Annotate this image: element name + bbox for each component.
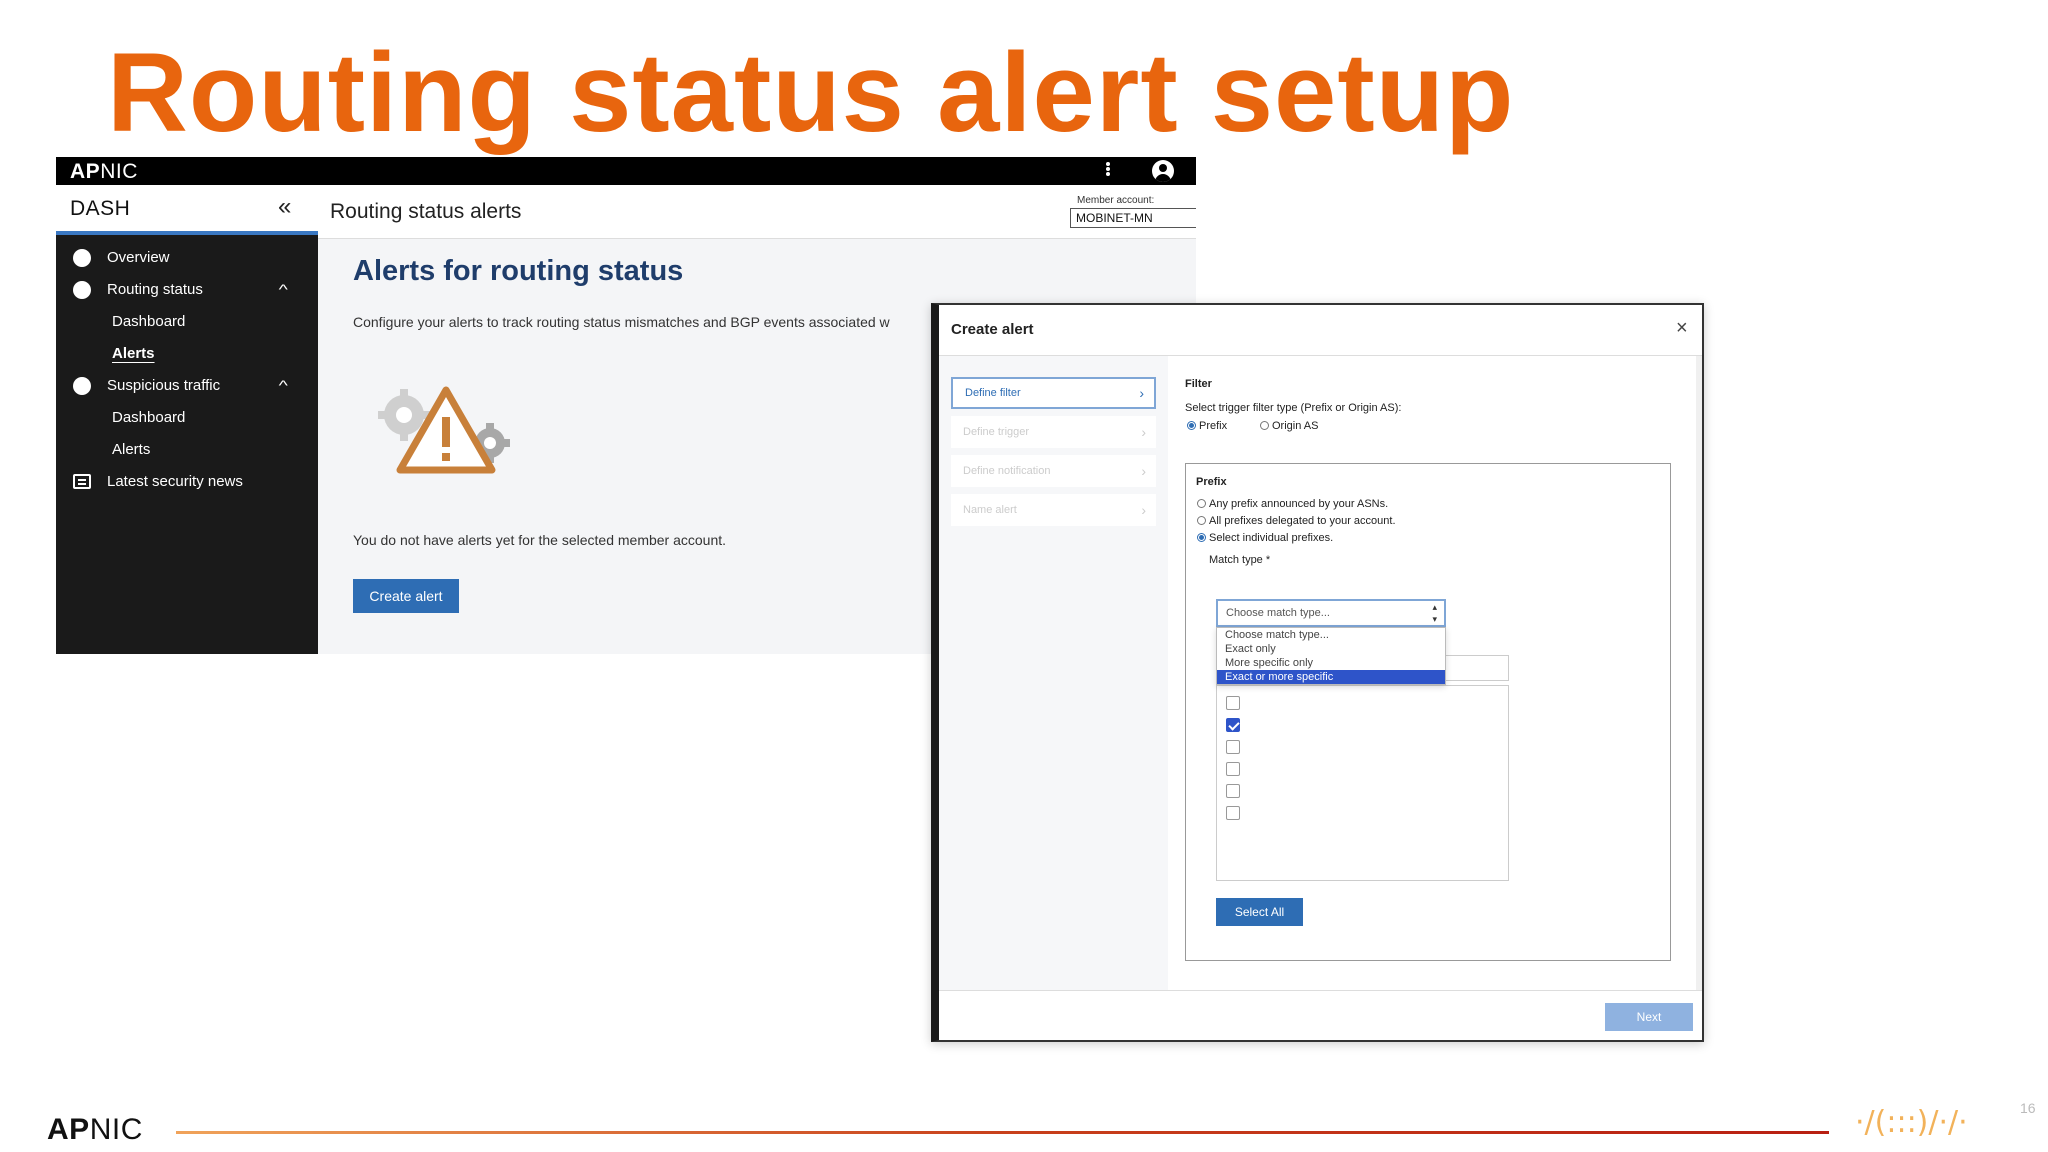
all-prefixes-label: All prefixes delegated to your account. bbox=[1209, 515, 1396, 527]
step-label: Define notification bbox=[963, 465, 1051, 477]
next-button[interactable]: Next bbox=[1605, 1003, 1693, 1031]
empty-state-message: You do not have alerts yet for the selec… bbox=[353, 532, 727, 548]
chevron-right-icon: › bbox=[1139, 385, 1144, 401]
sidebar-item-suspicious-traffic[interactable]: Suspicious traffic bbox=[107, 377, 220, 394]
origin-as-radio[interactable] bbox=[1260, 421, 1269, 430]
sidebar-title: DASH bbox=[70, 197, 131, 220]
select-all-button[interactable]: Select All bbox=[1216, 898, 1303, 926]
individual-prefixes-radio[interactable] bbox=[1197, 533, 1206, 542]
any-prefix-label: Any prefix announced by your ASNs. bbox=[1209, 498, 1389, 510]
all-prefixes-radio[interactable] bbox=[1197, 516, 1206, 525]
sidebar-item-security-news[interactable]: Latest security news bbox=[107, 473, 243, 490]
step-label: Define filter bbox=[965, 387, 1021, 399]
chevron-right-icon: › bbox=[1141, 502, 1146, 518]
content-description: Configure your alerts to track routing s… bbox=[353, 314, 890, 330]
filter-heading: Filter bbox=[1185, 378, 1212, 390]
step-name-alert[interactable]: Name alert › bbox=[951, 494, 1156, 526]
sidebar: DASH « Overview Routing status ^ Dashboa… bbox=[56, 185, 318, 654]
user-account-icon[interactable] bbox=[1152, 160, 1174, 182]
chevron-right-icon: › bbox=[1141, 463, 1146, 479]
create-alert-modal: Create alert × Define filter › Define tri… bbox=[931, 303, 1704, 1042]
match-type-option[interactable]: Exact only bbox=[1217, 642, 1445, 656]
sidebar-item-traffic-dashboard[interactable]: Dashboard bbox=[112, 409, 185, 426]
overview-icon bbox=[73, 249, 91, 267]
decorative-pattern-icon: ·/(:::)/·/· bbox=[1855, 1105, 1968, 1140]
footer-divider bbox=[176, 1131, 1829, 1134]
filter-type-prompt: Select trigger filter type (Prefix or Or… bbox=[1185, 402, 1402, 414]
prefix-checkbox[interactable] bbox=[1226, 762, 1240, 776]
sidebar-item-routing-dashboard[interactable]: Dashboard bbox=[112, 313, 185, 330]
warning-gears-icon bbox=[378, 386, 510, 474]
news-icon bbox=[73, 474, 91, 489]
prefix-checkbox[interactable] bbox=[1226, 718, 1240, 732]
top-bar: APNIC bbox=[56, 157, 1196, 185]
step-define-notification[interactable]: Define notification › bbox=[951, 455, 1156, 487]
any-prefix-radio[interactable] bbox=[1197, 499, 1206, 508]
prefix-radio-label: Prefix bbox=[1199, 420, 1228, 432]
step-define-trigger[interactable]: Define trigger › bbox=[951, 416, 1156, 448]
prefix-options-box: Prefix Any prefix announced by your ASNs… bbox=[1185, 463, 1671, 961]
content-title: Alerts for routing status bbox=[353, 255, 684, 287]
match-type-dropdown: Choose match type... Exact only More spe… bbox=[1216, 627, 1446, 685]
close-icon[interactable]: × bbox=[1676, 317, 1688, 340]
main-header: Routing status alerts Member account: MO… bbox=[318, 185, 1196, 239]
match-type-label: Match type * bbox=[1209, 554, 1271, 566]
sidebar-item-routing-alerts[interactable]: Alerts bbox=[112, 345, 155, 362]
wizard-steps: Define filter › Define trigger › Define no… bbox=[939, 356, 1168, 990]
page-number: 16 bbox=[2020, 1100, 2036, 1116]
prefix-checkbox[interactable] bbox=[1226, 806, 1240, 820]
sidebar-item-overview[interactable]: Overview bbox=[107, 249, 170, 266]
more-options-icon[interactable] bbox=[1104, 161, 1112, 181]
modal-title: Create alert bbox=[951, 321, 1034, 338]
match-type-option[interactable]: Choose match type... bbox=[1217, 628, 1445, 642]
match-type-select[interactable]: Choose match type... ▴ ▾ bbox=[1216, 599, 1446, 627]
modal-footer: Next bbox=[939, 990, 1702, 1040]
prefix-list bbox=[1216, 685, 1509, 881]
modal-header: Create alert × bbox=[939, 305, 1702, 356]
create-alert-button[interactable]: Create alert bbox=[353, 579, 459, 613]
prefix-radio[interactable] bbox=[1187, 421, 1196, 430]
footer-apnic-logo: APNIC bbox=[47, 1113, 143, 1147]
step-label: Name alert bbox=[963, 504, 1017, 516]
slide-title: Routing status alert setup bbox=[107, 30, 1515, 155]
filter-panel: Filter Select trigger filter type (Prefi… bbox=[1168, 356, 1696, 990]
match-type-option-selected[interactable]: Exact or more specific bbox=[1217, 670, 1445, 684]
origin-as-radio-label: Origin AS bbox=[1272, 420, 1319, 432]
match-type-value: Choose match type... bbox=[1226, 607, 1330, 619]
chevron-up-icon[interactable]: ^ bbox=[279, 377, 288, 393]
sidebar-item-traffic-alerts[interactable]: Alerts bbox=[112, 441, 150, 458]
member-account-select[interactable]: MOBINET-MN bbox=[1070, 208, 1196, 228]
select-arrows-icon: ▴ ▾ bbox=[1432, 602, 1437, 624]
logo-thin: NIC bbox=[100, 160, 138, 183]
step-define-filter[interactable]: Define filter › bbox=[951, 377, 1156, 409]
suspicious-traffic-icon bbox=[73, 377, 91, 395]
individual-prefixes-label: Select individual prefixes. bbox=[1209, 532, 1334, 544]
routing-status-icon bbox=[73, 281, 91, 299]
logo-bold: AP bbox=[70, 160, 101, 183]
match-type-option[interactable]: More specific only bbox=[1217, 656, 1445, 670]
prefix-checkbox[interactable] bbox=[1226, 784, 1240, 798]
logo-thin: NIC bbox=[89, 1113, 143, 1146]
apnic-logo: APNIC bbox=[70, 160, 138, 184]
step-label: Define trigger bbox=[963, 426, 1030, 438]
chevron-right-icon: › bbox=[1141, 424, 1146, 440]
chevron-up-icon[interactable]: ^ bbox=[279, 281, 288, 297]
logo-bold: AP bbox=[47, 1113, 90, 1146]
modal-scrollbar[interactable] bbox=[1696, 356, 1702, 990]
collapse-sidebar-icon[interactable]: « bbox=[278, 193, 291, 221]
prefix-checkbox[interactable] bbox=[1226, 740, 1240, 754]
member-account-value: MOBINET-MN bbox=[1076, 211, 1153, 225]
prefix-checkbox[interactable] bbox=[1226, 696, 1240, 710]
sidebar-header: DASH « bbox=[56, 185, 318, 235]
prefix-heading: Prefix bbox=[1196, 476, 1227, 488]
sidebar-item-routing-status[interactable]: Routing status bbox=[107, 281, 203, 298]
page-title: Routing status alerts bbox=[330, 200, 522, 223]
member-account-label: Member account: bbox=[1077, 195, 1155, 206]
